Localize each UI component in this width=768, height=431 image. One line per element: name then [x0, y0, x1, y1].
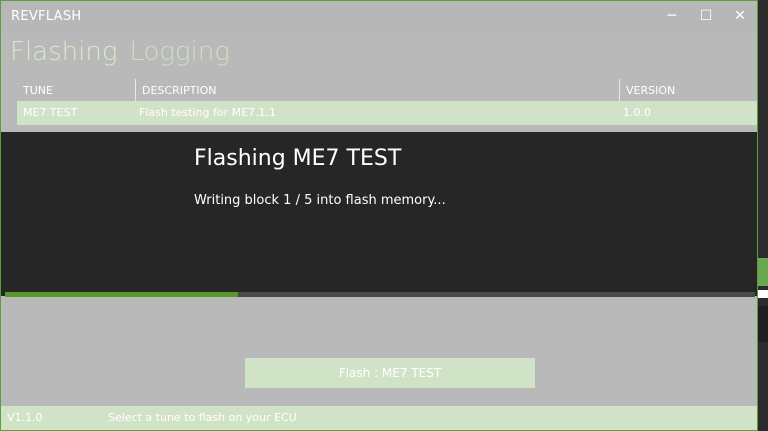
- close-icon: ✕: [734, 8, 746, 24]
- status-bar: V1.1.0 Select a tune to flash on your EC…: [1, 406, 757, 430]
- desktop-background-strip: [758, 0, 768, 431]
- main-tabs: Flashing Logging: [10, 36, 230, 68]
- cell-version: 1.0.0: [623, 106, 651, 119]
- tab-flashing[interactable]: Flashing: [10, 36, 117, 68]
- app-title: REVFLASH: [11, 9, 82, 24]
- title-bar[interactable]: REVFLASH ─ ☐ ✕: [1, 1, 757, 31]
- flash-progress-fill: [5, 292, 238, 297]
- desktop-fragment: [758, 306, 768, 342]
- flash-button[interactable]: Flash : ME7 TEST: [245, 358, 535, 388]
- tab-logging[interactable]: Logging: [129, 36, 229, 68]
- cell-tune: ME7 TEST: [23, 106, 78, 119]
- column-header-description[interactable]: DESCRIPTION: [135, 79, 619, 101]
- column-header-tune[interactable]: TUNE: [17, 79, 135, 101]
- close-button[interactable]: ✕: [723, 1, 757, 31]
- flash-status-message: Writing block 1 / 5 into flash memory...: [194, 193, 446, 208]
- desktop-fragment: [758, 258, 768, 286]
- tune-table: TUNE DESCRIPTION VERSION ME7 TEST Flash …: [17, 79, 757, 125]
- flash-title: Flashing ME7 TEST: [194, 146, 402, 171]
- window-controls: ─ ☐ ✕: [655, 1, 757, 31]
- desktop-fragment: [758, 290, 768, 298]
- maximize-icon: ☐: [699, 8, 713, 24]
- app-window: REVFLASH ─ ☐ ✕ Flashing Logging TUNE DES…: [0, 0, 758, 431]
- maximize-button[interactable]: ☐: [689, 1, 723, 31]
- minimize-button[interactable]: ─: [655, 1, 689, 31]
- table-row[interactable]: ME7 TEST Flash testing for ME7.1.1 1.0.0: [17, 101, 757, 125]
- status-message: Select a tune to flash on your ECU: [108, 411, 297, 424]
- minimize-icon: ─: [667, 8, 677, 24]
- flash-progress-bar: [5, 292, 755, 297]
- flash-progress-overlay: Flashing ME7 TEST Writing block 1 / 5 in…: [1, 132, 757, 297]
- cell-description: Flash testing for ME7.1.1: [139, 106, 277, 119]
- column-header-version[interactable]: VERSION: [619, 79, 757, 101]
- table-header: TUNE DESCRIPTION VERSION: [17, 79, 757, 101]
- app-version: V1.1.0: [7, 411, 43, 424]
